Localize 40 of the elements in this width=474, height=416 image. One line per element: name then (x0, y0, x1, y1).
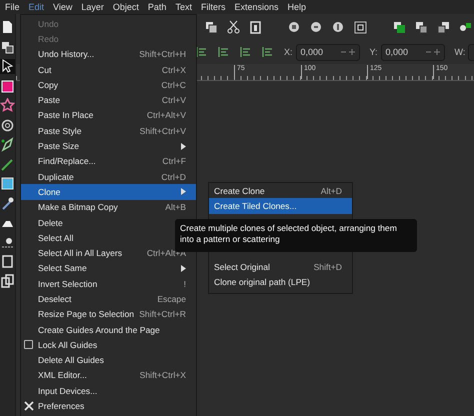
menu-item[interactable]: Find/Replace... Ctrl+F (21, 154, 196, 169)
menu-item[interactable]: Create Tiled Clones... (209, 198, 352, 214)
menu-item[interactable]: Path (148, 0, 166, 14)
menu-item[interactable]: Make a Bitmap Copy Alt+B (21, 200, 196, 215)
number-field[interactable]: 0,000 (380, 44, 445, 60)
menu-item[interactable]: Cut Ctrl+X (21, 62, 196, 78)
menu-item[interactable]: Paste Ctrl+V (21, 92, 196, 108)
menu-item[interactable]: Select Original Shift+D (209, 259, 352, 275)
tooltip: Create multiple clones of selected object, arranging them into a pattern or scattering (175, 219, 417, 252)
field-label: Y: (370, 47, 378, 57)
menu-item[interactable]: Copy Ctrl+C (21, 77, 196, 92)
menu-item[interactable]: Help (287, 0, 306, 14)
menu-item[interactable]: File (5, 0, 20, 14)
menu-item[interactable]: Filters (200, 0, 226, 14)
field-label: W: (454, 47, 466, 57)
menu-item[interactable]: Delete All Guides (21, 352, 196, 368)
menu-item[interactable]: Paste Style Shift+Ctrl+V (21, 123, 196, 138)
menu-item[interactable]: Paste In Place Ctrl+Alt+V (21, 108, 196, 124)
menu-item[interactable]: Preferences (21, 398, 196, 414)
menu-item[interactable]: Create Clone Alt+D (209, 183, 352, 198)
menu-item[interactable]: Lock All Guides (21, 337, 196, 353)
menu-item[interactable]: Duplicate Ctrl+D (21, 168, 196, 184)
menu-item[interactable]: Create Guides Around the Page (21, 322, 196, 338)
menu-item[interactable]: Input Devices... (21, 383, 196, 398)
menu-item[interactable]: XML Editor... Shift+Ctrl+X (21, 368, 196, 384)
field-label: X: (284, 47, 293, 57)
menu-item[interactable]: Deselect Escape (21, 291, 196, 307)
menu-item[interactable]: Undo History... Shift+Ctrl+H (21, 46, 196, 62)
number-field[interactable]: 0,000 (296, 44, 360, 60)
menu-item[interactable]: Clone (21, 184, 196, 200)
menu-item[interactable]: Object (112, 0, 139, 14)
menu-item[interactable]: Resize Page to Selection Shift+Ctrl+R (21, 306, 196, 322)
menu-item[interactable]: Invert Selection ! (21, 276, 196, 292)
menu-item[interactable]: Text (175, 0, 192, 14)
menu-item[interactable]: Select Same (21, 260, 196, 276)
menu-item[interactable]: Clone original path (LPE) (209, 274, 352, 290)
menu-item[interactable]: Paste Size (21, 138, 196, 154)
menu-item[interactable]: Extensions (234, 0, 278, 14)
menu-item[interactable]: View (53, 0, 72, 14)
menu-item[interactable]: Layer (81, 0, 104, 14)
